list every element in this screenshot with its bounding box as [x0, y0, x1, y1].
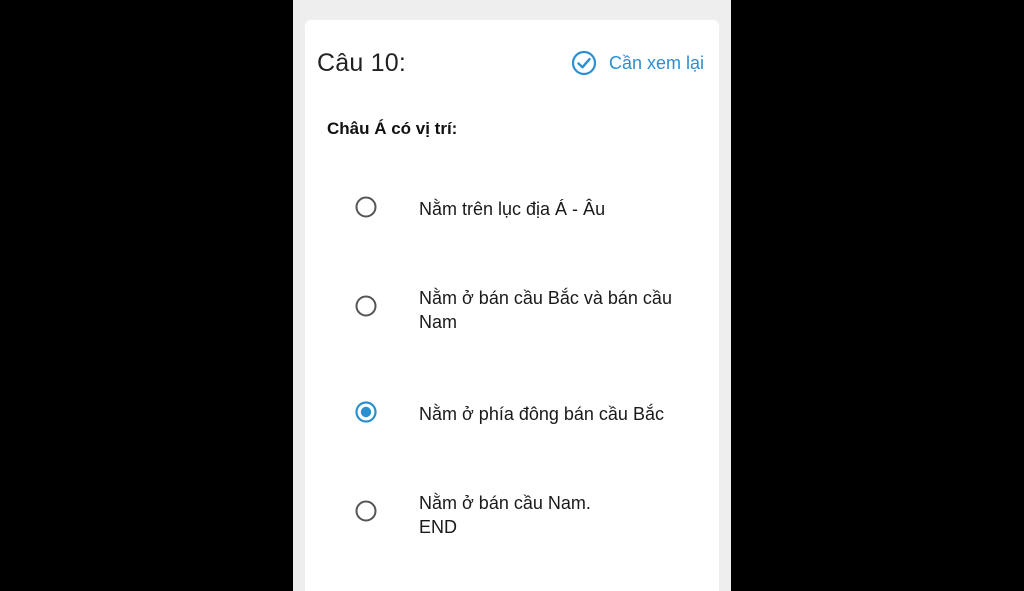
answer-option-label: Nằm ở bán cầu Nam. END	[419, 493, 591, 537]
radio-button-c-selected[interactable]	[355, 401, 377, 423]
radio-button-d[interactable]	[355, 500, 377, 522]
review-later-toggle[interactable]: Cần xem lại	[571, 49, 704, 77]
question-text: Châu Á có vị trí:	[327, 119, 458, 138]
question-card: Câu 10: Cần xem lại Châu Á có vị trí: Nằ…	[305, 20, 719, 591]
answer-option-c[interactable]: Nằm ở phía đông bán cầu Bắc	[305, 390, 719, 446]
radio-button-b[interactable]	[355, 295, 377, 317]
answer-option-label: Nằm trên lục địa Á - Âu	[419, 199, 606, 219]
answer-option-a[interactable]: Nằm trên lục địa Á - Âu	[305, 185, 719, 241]
answer-option-label: Nằm ở phía đông bán cầu Bắc	[419, 404, 664, 424]
radio-button-a[interactable]	[355, 196, 377, 218]
answer-option-b[interactable]: Nằm ở bán cầu Bắc và bán cầu Nam	[305, 276, 719, 356]
check-circle-icon	[571, 50, 597, 76]
question-number: Câu 10:	[317, 49, 406, 77]
answer-option-label: Nằm ở bán cầu Bắc và bán cầu Nam	[419, 288, 672, 332]
quiz-screen: Câu 10: Cần xem lại Châu Á có vị trí: Nằ…	[293, 0, 731, 591]
review-later-label: Cần xem lại	[609, 52, 705, 73]
answer-option-d[interactable]: Nằm ở bán cầu Nam. END	[305, 480, 719, 560]
